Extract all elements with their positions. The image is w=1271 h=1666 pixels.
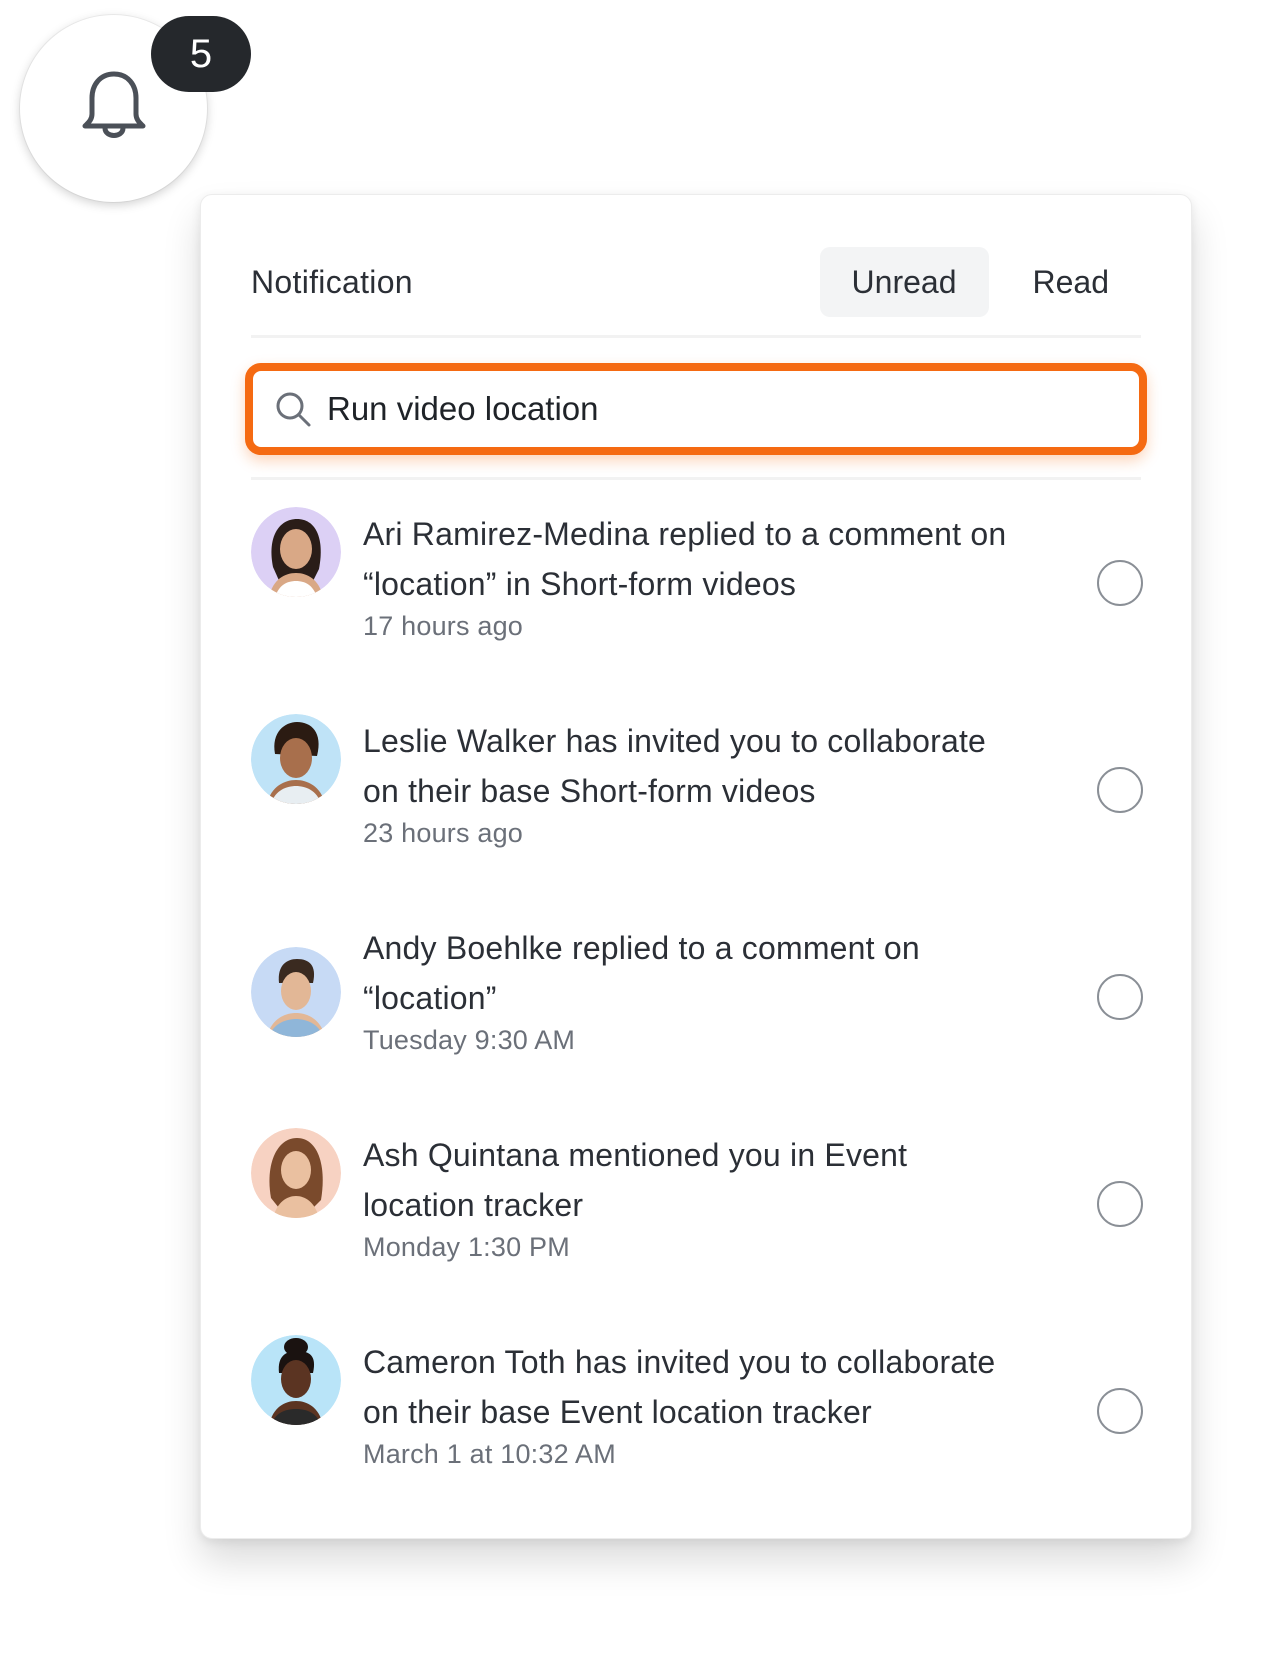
- avatar: [251, 714, 341, 804]
- avatar: [251, 1128, 341, 1218]
- message-line: on their base Event location tracker: [363, 1394, 872, 1430]
- mark-as-read-radio[interactable]: [1097, 974, 1143, 1020]
- avatar: [251, 507, 341, 597]
- notification-message: Ash Quintana mentioned you in Event loca…: [363, 1130, 1063, 1230]
- panel-title: Notification: [251, 263, 413, 300]
- divider: [251, 335, 1141, 338]
- tab-unread[interactable]: Unread: [819, 247, 989, 317]
- tab-read[interactable]: Read: [1001, 247, 1142, 317]
- bell-icon: [82, 71, 145, 138]
- mark-as-read-radio[interactable]: [1097, 560, 1143, 606]
- message-line: Ari Ramirez-Medina replied to a comment …: [363, 516, 1007, 552]
- message-line: Ash Quintana mentioned you in Event: [363, 1137, 908, 1173]
- person-avatar-icon: [251, 507, 341, 597]
- notification-panel: Notification Unread Read Run video locat…: [200, 194, 1192, 1539]
- notification-time: March 1 at 10:32 AM: [363, 1439, 616, 1469]
- notification-message: Leslie Walker has invited you to collabo…: [363, 716, 1063, 816]
- search-box[interactable]: [245, 363, 1147, 455]
- divider: [251, 477, 1141, 480]
- unread-count-badge: 5: [151, 16, 251, 92]
- person-avatar-icon: [251, 947, 341, 1037]
- message-line: Andy Boehlke replied to a comment on: [363, 930, 920, 966]
- notification-message: Cameron Toth has invited you to collabor…: [363, 1337, 1063, 1437]
- avatar: [251, 947, 341, 1037]
- notification-time: 17 hours ago: [363, 611, 524, 641]
- person-avatar-icon: [251, 1335, 341, 1425]
- notification-list: Ari Ramirez-Medina replied to a comment …: [251, 507, 1143, 1542]
- notification-item[interactable]: Ash Quintana mentioned you in Event loca…: [251, 1128, 1143, 1335]
- message-line: Cameron Toth has invited you to collabor…: [363, 1344, 996, 1380]
- mark-as-read-radio[interactable]: [1097, 767, 1143, 813]
- notification-item[interactable]: Ari Ramirez-Medina replied to a comment …: [251, 507, 1143, 714]
- search-icon: [276, 392, 311, 427]
- message-line: on their base Short-form videos: [363, 773, 816, 809]
- notification-message: Andy Boehlke replied to a comment on “lo…: [363, 923, 1063, 1023]
- filter-tabs: Unread Read: [819, 247, 1142, 317]
- message-line: location tracker: [363, 1187, 584, 1223]
- avatar: [251, 1335, 341, 1425]
- message-line: “location” in Short-form videos: [363, 566, 797, 602]
- notification-time: 23 hours ago: [363, 818, 524, 848]
- notification-item[interactable]: Cameron Toth has invited you to collabor…: [251, 1335, 1143, 1542]
- notification-time: Monday 1:30 PM: [363, 1232, 570, 1262]
- mark-as-read-radio[interactable]: [1097, 1181, 1143, 1227]
- notification-item[interactable]: Leslie Walker has invited you to collabo…: [251, 714, 1143, 921]
- notification-content: Ari Ramirez-Medina replied to a comment …: [363, 509, 1063, 642]
- notification-time: Tuesday 9:30 AM: [363, 1025, 576, 1055]
- notification-message: Ari Ramirez-Medina replied to a comment …: [363, 509, 1063, 609]
- mark-as-read-radio[interactable]: [1097, 1388, 1143, 1434]
- stage: 5 Notification Unread Read Run video loc…: [0, 0, 1271, 1666]
- notification-content: Andy Boehlke replied to a comment on “lo…: [363, 923, 1063, 1056]
- panel-header: Notification Unread Read: [251, 247, 1141, 317]
- search-input[interactable]: [327, 390, 1127, 428]
- notification-item[interactable]: Andy Boehlke replied to a comment on “lo…: [251, 921, 1143, 1128]
- message-line: “location”: [363, 980, 497, 1016]
- notification-content: Leslie Walker has invited you to collabo…: [363, 716, 1063, 849]
- person-avatar-icon: [251, 1128, 341, 1218]
- person-avatar-icon: [251, 714, 341, 804]
- notification-content: Ash Quintana mentioned you in Event loca…: [363, 1130, 1063, 1263]
- message-line: Leslie Walker has invited you to collabo…: [363, 723, 987, 759]
- notification-content: Cameron Toth has invited you to collabor…: [363, 1337, 1063, 1470]
